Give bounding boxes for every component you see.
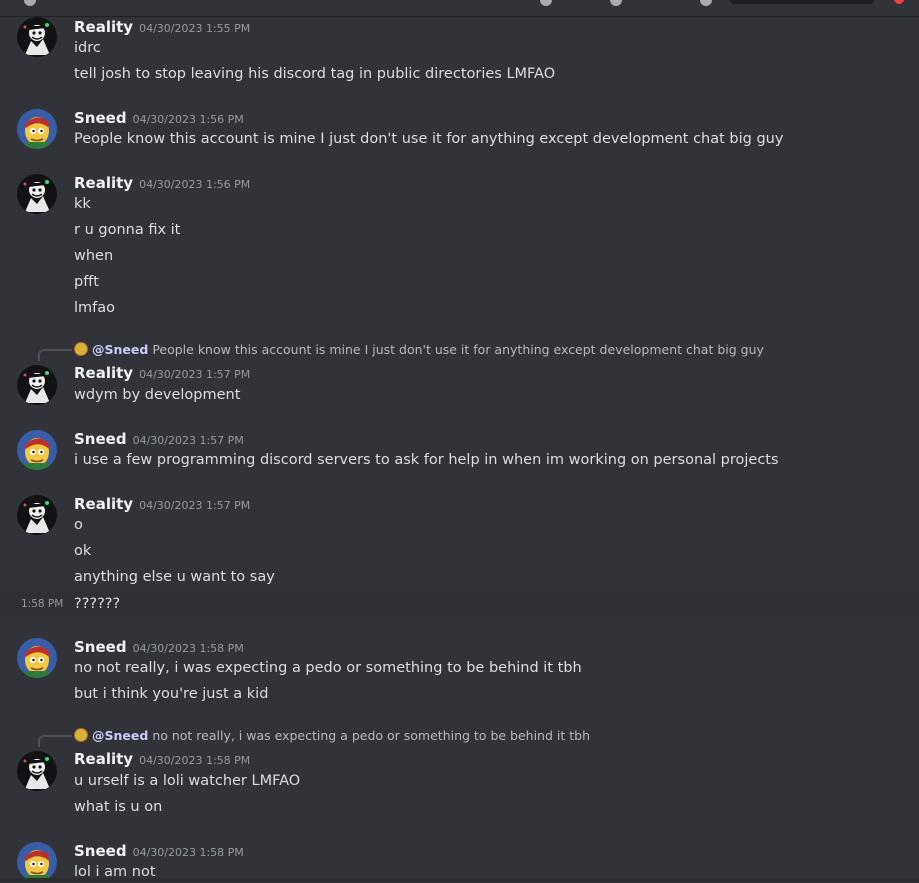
message-line: but i think you're just a kid bbox=[74, 686, 269, 702]
hovered-message-row[interactable] bbox=[0, 590, 919, 618]
message-line: People know this account is mine I just … bbox=[74, 131, 784, 147]
message-header: Sneed 04/30/2023 1:57 PM bbox=[74, 429, 244, 449]
message-line: idrc bbox=[74, 40, 101, 56]
message-line: kk bbox=[74, 196, 91, 212]
author-name[interactable]: Sneed bbox=[74, 842, 127, 860]
message-line: u urself is a loli watcher LMFAO bbox=[74, 773, 301, 789]
message-header: Sneed 04/30/2023 1:56 PM bbox=[74, 108, 244, 128]
message-header: Reality 04/30/2023 1:58 PM bbox=[74, 749, 250, 769]
reality-avatar[interactable] bbox=[17, 17, 57, 57]
message-header: Reality 04/30/2023 1:55 PM bbox=[74, 17, 250, 37]
message-line: r u gonna fix it bbox=[74, 222, 181, 238]
reply-mention[interactable]: @Sneed bbox=[92, 342, 148, 357]
reply-text: People know this account is mine I just … bbox=[152, 342, 764, 357]
message-line: pfft bbox=[74, 274, 99, 290]
sneed-mini-avatar bbox=[74, 342, 88, 356]
timestamp: 04/30/2023 1:57 PM bbox=[132, 434, 244, 447]
scroll-edge bbox=[0, 878, 919, 882]
inbox-icon[interactable] bbox=[894, 0, 904, 4]
reality-avatar[interactable] bbox=[17, 174, 57, 214]
timestamp: 04/30/2023 1:57 PM bbox=[139, 499, 251, 512]
threads-icon[interactable] bbox=[540, 0, 552, 6]
timestamp: 04/30/2023 1:56 PM bbox=[139, 178, 251, 191]
timestamp: 04/30/2023 1:58 PM bbox=[132, 846, 244, 859]
sneed-avatar[interactable] bbox=[17, 842, 57, 882]
message-line: what is u on bbox=[74, 799, 163, 815]
sneed-mini-avatar bbox=[74, 728, 88, 742]
message-line: i use a few programming discord servers … bbox=[74, 452, 779, 468]
reality-avatar[interactable] bbox=[17, 751, 57, 791]
message-line: lmfao bbox=[74, 300, 116, 316]
message-line: ok bbox=[74, 543, 92, 559]
message-line: anything else u want to say bbox=[74, 569, 275, 585]
timestamp: 04/30/2023 1:56 PM bbox=[132, 113, 244, 126]
message-line: ?????? bbox=[74, 596, 121, 612]
back-icon[interactable] bbox=[24, 0, 36, 6]
reply-preview[interactable]: @Sneed no not really, i was expecting a p… bbox=[74, 727, 590, 745]
author-name[interactable]: Reality bbox=[74, 174, 133, 192]
search-input[interactable] bbox=[730, 0, 874, 4]
message-header: Reality 04/30/2023 1:57 PM bbox=[74, 363, 250, 383]
timestamp: 04/30/2023 1:58 PM bbox=[132, 642, 244, 655]
timestamp: 04/30/2023 1:57 PM bbox=[139, 368, 251, 381]
reply-spine bbox=[38, 735, 72, 747]
reality-avatar[interactable] bbox=[17, 495, 57, 535]
author-name[interactable]: Reality bbox=[74, 495, 133, 513]
reply-spine bbox=[38, 349, 72, 361]
reply-text: no not really, i was expecting a pedo or… bbox=[152, 728, 590, 743]
message-header: Sneed 04/30/2023 1:58 PM bbox=[74, 637, 244, 657]
reality-avatar[interactable] bbox=[17, 365, 57, 405]
author-name[interactable]: Reality bbox=[74, 364, 133, 382]
members-icon[interactable] bbox=[700, 0, 712, 6]
author-name[interactable]: Reality bbox=[74, 18, 133, 36]
sneed-avatar[interactable] bbox=[17, 638, 57, 678]
message-line: tell josh to stop leaving his discord ta… bbox=[74, 66, 556, 82]
author-name[interactable]: Sneed bbox=[74, 109, 127, 127]
timestamp: 04/30/2023 1:58 PM bbox=[139, 754, 251, 767]
message-header: Reality 04/30/2023 1:56 PM bbox=[74, 173, 250, 193]
channel-header bbox=[0, 0, 919, 17]
message-header: Sneed 04/30/2023 1:58 PM bbox=[74, 841, 244, 861]
reply-mention[interactable]: @Sneed bbox=[92, 728, 148, 743]
sneed-avatar[interactable] bbox=[17, 430, 57, 470]
message-line: o bbox=[74, 517, 83, 533]
pin-icon[interactable] bbox=[610, 0, 622, 6]
hover-timestamp: 1:58 PM bbox=[21, 598, 64, 610]
message-line: wdym by development bbox=[74, 387, 241, 403]
message-line: when bbox=[74, 248, 114, 264]
message-header: Reality 04/30/2023 1:57 PM bbox=[74, 494, 250, 514]
reply-preview[interactable]: @Sneed People know this account is mine I… bbox=[74, 341, 764, 359]
author-name[interactable]: Sneed bbox=[74, 430, 127, 448]
author-name[interactable]: Reality bbox=[74, 750, 133, 768]
message-line: no not really, i was expecting a pedo or… bbox=[74, 660, 582, 676]
author-name[interactable]: Sneed bbox=[74, 638, 127, 656]
sneed-avatar[interactable] bbox=[17, 109, 57, 149]
timestamp: 04/30/2023 1:55 PM bbox=[139, 22, 251, 35]
